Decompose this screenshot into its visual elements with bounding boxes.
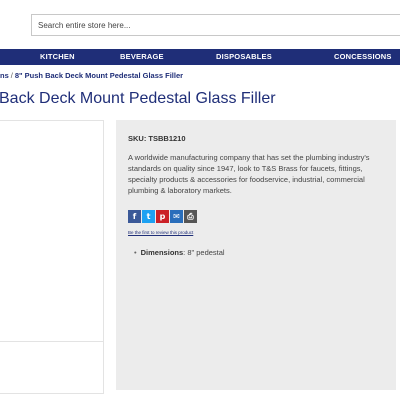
product-sku: SKU: TSBB1210 (128, 134, 186, 143)
breadcrumb: ns/8" Push Back Deck Mount Pedestal Glas… (0, 71, 183, 80)
search-input[interactable] (31, 14, 400, 36)
product-description: A worldwide manufacturing company that h… (128, 153, 370, 195)
dimensions-item: • Dimensions: 8" pedestal (134, 248, 225, 257)
pinterest-icon[interactable]: p (156, 210, 169, 223)
image-panel-divider (0, 341, 103, 342)
bullet-icon: • (134, 248, 137, 257)
dimensions-value: : 8" pedestal (183, 248, 225, 257)
nav-item-disposables[interactable]: DISPOSABLES (216, 49, 272, 65)
review-link[interactable]: Be the first to review this product (128, 230, 193, 235)
product-image-panel (0, 120, 104, 394)
main-nav: KITCHEN BEVERAGE DISPOSABLES CONCESSIONS (0, 49, 400, 65)
breadcrumb-current: 8" Push Back Deck Mount Pedestal Glass F… (14, 71, 184, 80)
product-info-panel: SKU: TSBB1210 A worldwide manufacturing … (116, 120, 396, 390)
breadcrumb-parent-link[interactable]: ns (0, 71, 9, 80)
dimensions-label: Dimensions (140, 248, 184, 257)
nav-item-beverage[interactable]: BEVERAGE (120, 49, 164, 65)
nav-item-concessions[interactable]: CONCESSIONS (334, 49, 392, 65)
share-icons: f t p ✉ ⎙ (128, 210, 197, 224)
page-title: Back Deck Mount Pedestal Glass Filler (0, 90, 276, 107)
email-icon[interactable]: ✉ (170, 210, 183, 223)
print-icon[interactable]: ⎙ (184, 210, 197, 223)
nav-item-kitchen[interactable]: KITCHEN (40, 49, 75, 65)
facebook-icon[interactable]: f (128, 210, 141, 223)
twitter-icon[interactable]: t (142, 210, 155, 223)
